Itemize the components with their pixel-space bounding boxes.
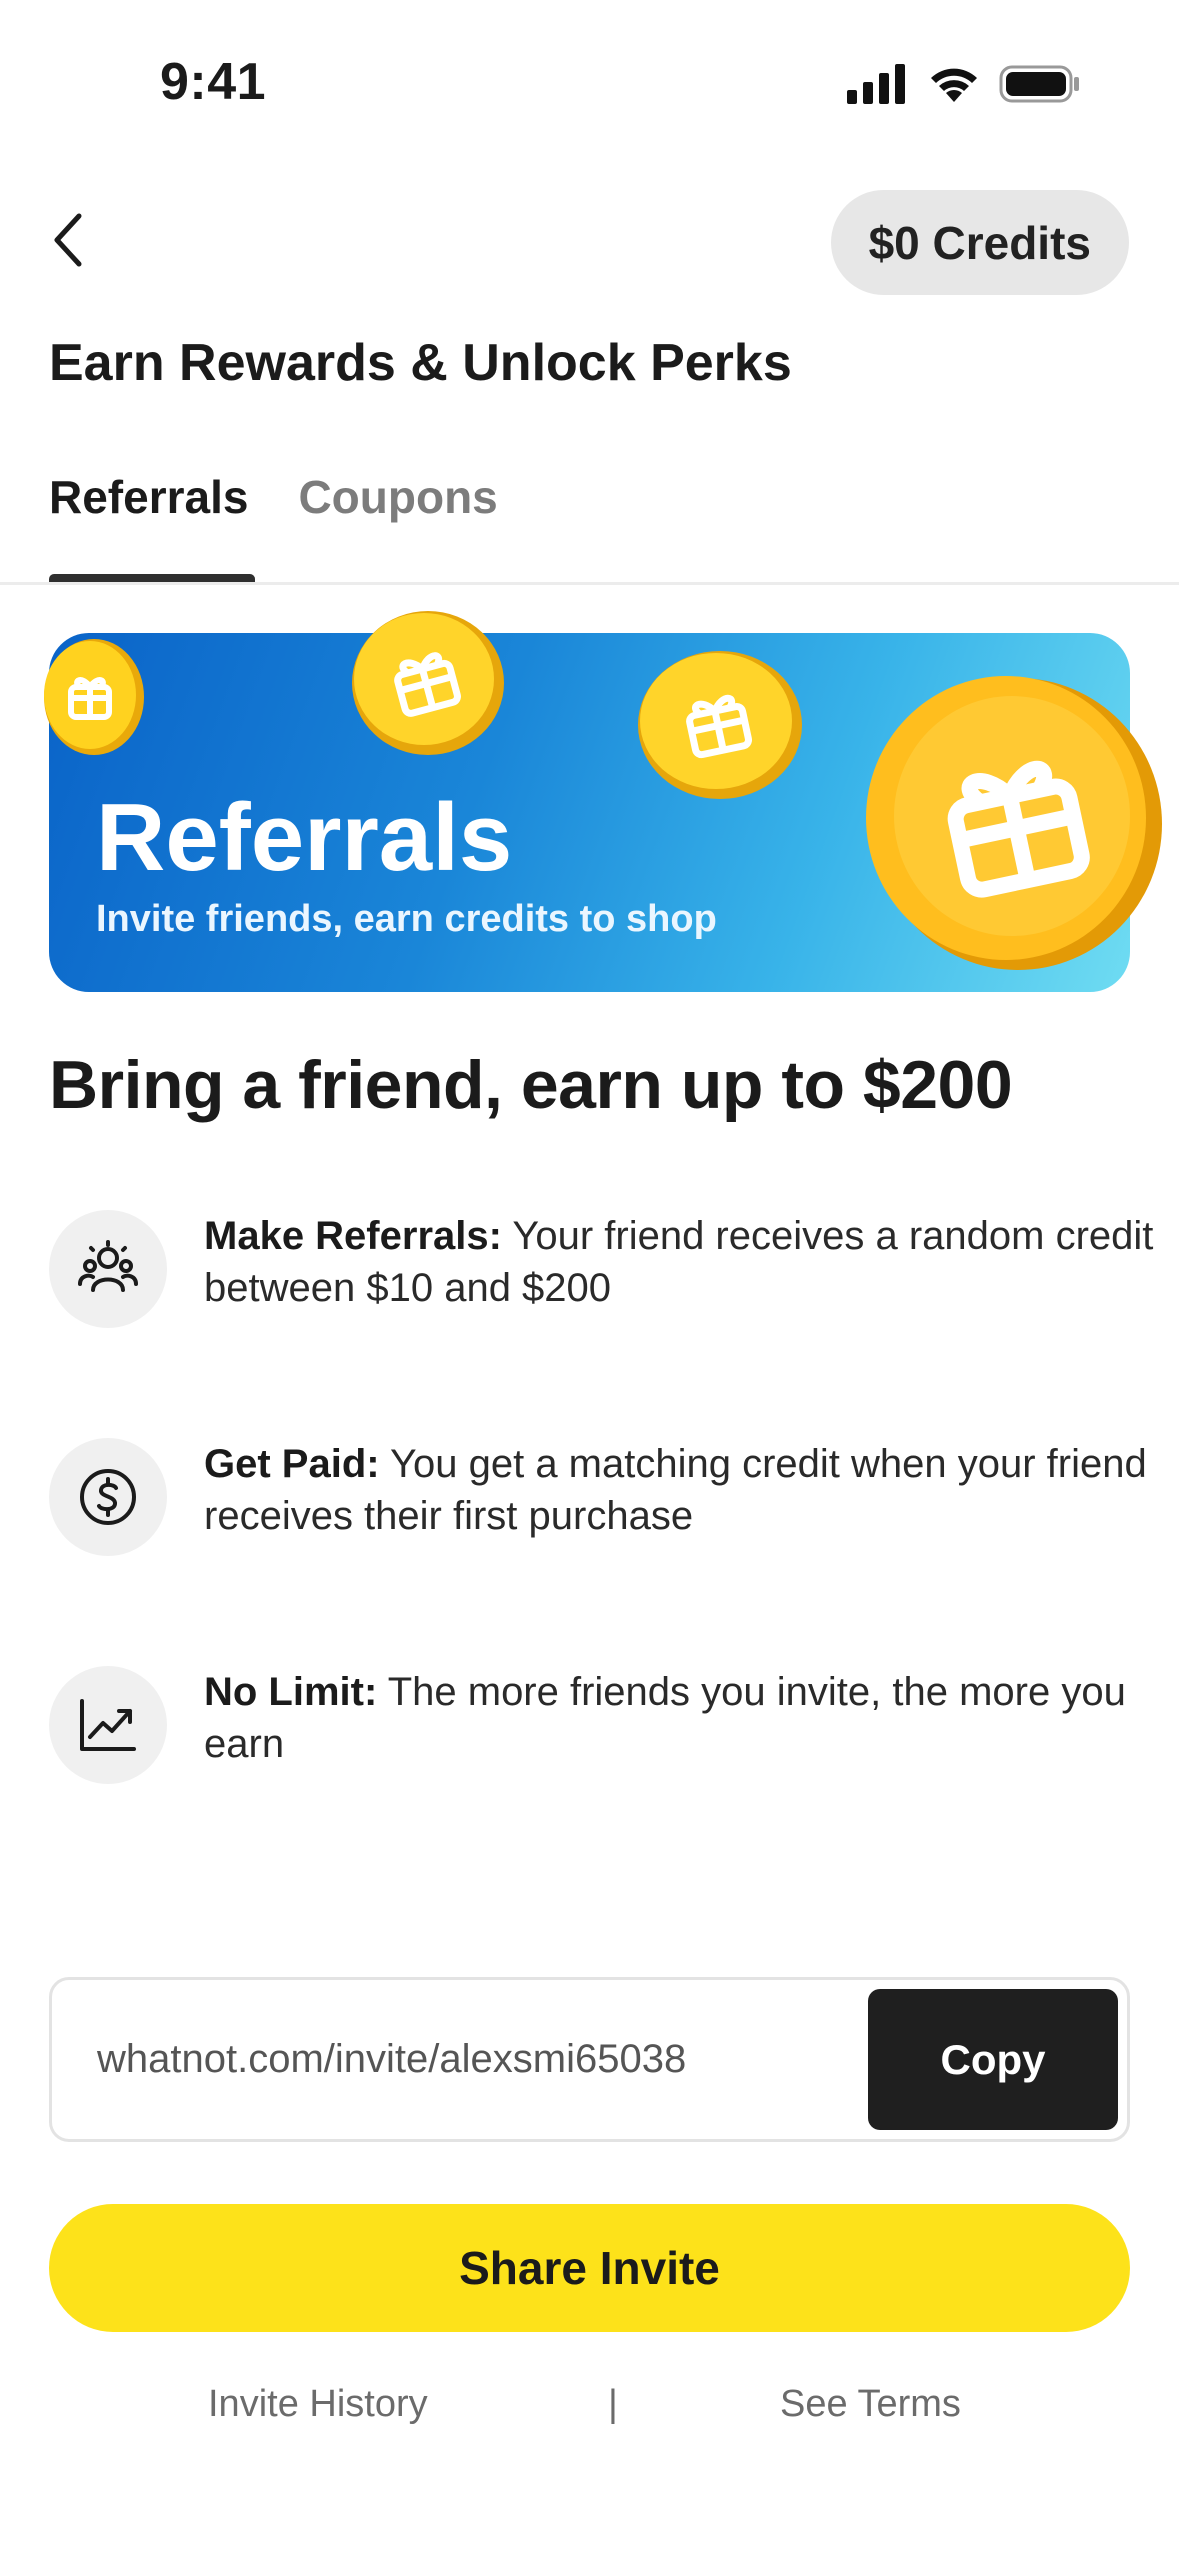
battery-icon (999, 65, 1079, 103)
gift-coin-icon (352, 611, 504, 755)
copy-button[interactable]: Copy (868, 1989, 1118, 2130)
credits-balance-button[interactable]: $0 Credits (830, 190, 1129, 295)
feature-text: Get Paid: You get a matching credit when… (204, 1438, 1179, 1542)
footer-links: Invite History | See Terms (0, 2383, 1179, 2443)
chevron-left-icon (54, 213, 82, 267)
see-terms-link[interactable]: See Terms (780, 2383, 961, 2426)
wifi-icon (931, 68, 977, 102)
invite-link-field[interactable]: whatnot.com/invite/alexsmi65038 Copy (49, 1977, 1130, 2142)
tab-coupons[interactable]: Coupons (298, 470, 497, 524)
footer-separator: | (608, 2383, 618, 2425)
status-time: 9:41 (160, 53, 267, 111)
feature-title: Get Paid: (204, 1442, 380, 1486)
feature-text: No Limit: The more friends you invite, t… (204, 1666, 1179, 1770)
status-icons (847, 64, 1081, 104)
tab-bar: Referrals Coupons (49, 470, 498, 524)
trending-up-icon (49, 1666, 167, 1784)
gift-coin-icon (638, 651, 802, 799)
gift-coin-icon (44, 639, 144, 755)
feature-title: No Limit: (204, 1670, 378, 1714)
page-title: Earn Rewards & Unlock Perks (49, 334, 792, 392)
referral-heading: Bring a friend, earn up to $200 (49, 1047, 1013, 1123)
people-icon (49, 1210, 167, 1328)
invite-link-text: whatnot.com/invite/alexsmi65038 (97, 2037, 687, 2081)
cellular-signal-icon (847, 64, 905, 104)
tab-referrals[interactable]: Referrals (49, 470, 248, 524)
feature-text: Make Referrals: Your friend receives a r… (204, 1210, 1179, 1314)
back-button[interactable] (38, 205, 98, 275)
tab-divider (0, 582, 1179, 585)
invite-history-link[interactable]: Invite History (208, 2383, 428, 2426)
banner-title: Referrals (96, 784, 513, 891)
feature-title: Make Referrals: (204, 1214, 502, 1258)
banner-subtitle: Invite friends, earn credits to shop (96, 898, 717, 940)
referrals-screen: 9:41 $0 Credits Earn Rewards & Unlock Pe… (0, 0, 1179, 2556)
gift-coin-icon (866, 676, 1162, 970)
dollar-circle-icon (49, 1438, 167, 1556)
share-invite-button[interactable]: Share Invite (49, 2204, 1130, 2332)
